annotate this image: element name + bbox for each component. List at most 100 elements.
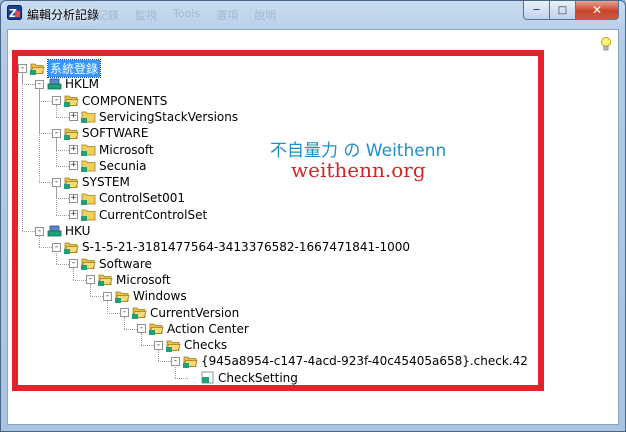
tree-connector bbox=[175, 365, 176, 378]
tree-node-label[interactable]: Windows bbox=[133, 289, 187, 303]
minimize-button[interactable]: ─ bbox=[523, 1, 550, 20]
tree-node-label[interactable]: Action Center bbox=[167, 322, 249, 336]
tree-node[interactable]: + Secunia bbox=[69, 158, 147, 174]
tree-connector bbox=[22, 72, 23, 231]
close-icon: ✕ bbox=[591, 3, 603, 17]
tree-connector bbox=[56, 198, 69, 200]
folder-open-icon bbox=[98, 273, 113, 287]
minimize-icon: ─ bbox=[533, 4, 540, 16]
folder-icon bbox=[81, 143, 96, 156]
tree-node-label[interactable]: SYSTEM bbox=[82, 175, 130, 189]
tree-node[interactable]: + ControlSet001 bbox=[69, 190, 185, 206]
expand-icon[interactable]: + bbox=[69, 161, 78, 171]
expand-icon[interactable]: + bbox=[69, 193, 78, 203]
folder-open-icon bbox=[64, 176, 79, 189]
tree-node-label[interactable]: Secunia bbox=[99, 159, 147, 173]
folder-open-icon bbox=[183, 355, 198, 368]
tree-node[interactable]: CheckSetting bbox=[188, 370, 298, 386]
tree-connector bbox=[141, 332, 142, 346]
folder-open-icon bbox=[81, 257, 96, 271]
tree-connector bbox=[107, 300, 108, 313]
registry-value-icon bbox=[200, 371, 215, 384]
tree-node[interactable]: - SOFTWARE bbox=[52, 125, 148, 141]
tree-node[interactable]: + ServicingStackVersions bbox=[69, 109, 238, 125]
tree-connector bbox=[39, 100, 52, 102]
tree-node-label[interactable]: CheckSetting bbox=[218, 371, 298, 385]
app-icon: Z bbox=[7, 5, 22, 20]
folder-icon bbox=[81, 208, 96, 222]
tree-connector bbox=[56, 263, 69, 265]
tree-node[interactable]: - S-1-5-21-3181477564-3413376582-16674718… bbox=[52, 239, 410, 255]
tree-connector bbox=[158, 361, 171, 363]
tree-node-label[interactable]: Software bbox=[99, 257, 152, 271]
tree-node[interactable]: + Microsoft bbox=[69, 142, 154, 158]
tree-view-panel[interactable]: - 系統登錄 - HKLM - COMPONENTS + ServicingStackVers… bbox=[7, 29, 619, 425]
tree-connector bbox=[56, 116, 69, 118]
tree-node[interactable]: - HKU bbox=[35, 223, 90, 239]
registry-hive-icon bbox=[47, 78, 62, 91]
folder-icon bbox=[81, 159, 96, 173]
tree-node[interactable]: + CurrentControlSet bbox=[69, 207, 207, 223]
tree-node-label[interactable]: S-1-5-21-3181477564-3413376582-166747184… bbox=[82, 240, 410, 254]
tree-connector bbox=[56, 149, 69, 151]
app-window: Z 編輯分析記錄 記錄 監視 Tools 選項 說明 ─ □ ✕ - 系統登錄 … bbox=[0, 0, 626, 432]
expand-icon[interactable]: + bbox=[69, 112, 78, 122]
tree-connector bbox=[56, 104, 57, 117]
tree-connector bbox=[124, 328, 137, 330]
tree-node-label[interactable]: CurrentVersion bbox=[150, 306, 239, 320]
ghost-menu-item: 說明 bbox=[254, 9, 277, 22]
tree-node[interactable]: - Software bbox=[69, 256, 152, 272]
tree-node-label[interactable]: Microsoft bbox=[116, 273, 171, 287]
tree-node-label[interactable]: COMPONENTS bbox=[82, 94, 167, 108]
title-bar[interactable]: Z 編輯分析記錄 記錄 監視 Tools 選項 說明 ─ □ ✕ bbox=[1, 1, 625, 25]
tree-node-label[interactable]: HKLM bbox=[65, 77, 99, 91]
tree-connector bbox=[56, 165, 69, 167]
tree-node-label[interactable]: 系統登錄 bbox=[46, 58, 102, 78]
expand-icon[interactable]: + bbox=[69, 210, 78, 220]
close-button[interactable]: ✕ bbox=[576, 1, 619, 20]
tree-connector bbox=[22, 231, 35, 232]
tree-connector bbox=[39, 133, 52, 135]
ghost-menu-item: 記錄 bbox=[97, 9, 119, 22]
tree-node[interactable]: - Checks bbox=[154, 337, 227, 353]
ghost-menu-item: 選項 bbox=[216, 9, 239, 22]
tree-connector bbox=[39, 247, 52, 249]
tree-node[interactable]: - Action Center bbox=[137, 321, 249, 337]
tree-node[interactable]: - SYSTEM bbox=[52, 174, 130, 190]
tree-node-label[interactable]: Microsoft bbox=[99, 143, 154, 157]
tree-connector bbox=[56, 186, 57, 215]
tree-connector bbox=[56, 137, 57, 166]
tree-node-label[interactable]: ControlSet001 bbox=[99, 191, 185, 205]
maximize-button[interactable]: □ bbox=[550, 1, 576, 20]
tree-node-label[interactable]: ServicingStackVersions bbox=[99, 110, 238, 124]
tree-node[interactable]: - 系統登錄 bbox=[18, 58, 102, 78]
watermark-url: weithenn.org bbox=[291, 158, 426, 182]
lightbulb-icon[interactable] bbox=[600, 36, 612, 52]
folder-open-icon bbox=[115, 290, 130, 303]
tree-node[interactable]: - COMPONENTS bbox=[52, 93, 167, 109]
folder-open-icon bbox=[64, 241, 79, 254]
tree-connector bbox=[124, 316, 125, 329]
tree-node-label[interactable]: Checks bbox=[184, 338, 227, 352]
tree-node[interactable]: - {945a8954-c147-4acd-923f-40c45405a658}.… bbox=[171, 353, 528, 369]
expand-icon[interactable]: + bbox=[69, 145, 78, 154]
tree-connector bbox=[175, 377, 188, 379]
tree-node[interactable]: - Windows bbox=[103, 288, 187, 304]
tree-connector bbox=[39, 235, 40, 248]
folder-open-icon bbox=[149, 322, 164, 336]
tree-node[interactable]: - HKLM bbox=[35, 76, 99, 92]
tree-connector bbox=[73, 279, 86, 281]
tree-node[interactable]: - CurrentVersion bbox=[120, 305, 239, 321]
registry-hive-icon bbox=[47, 225, 62, 238]
tree-connector bbox=[73, 267, 74, 280]
tree-node[interactable]: - Microsoft bbox=[86, 272, 171, 288]
tree-node-label[interactable]: CurrentControlSet bbox=[99, 208, 207, 222]
tree-node-label[interactable]: {945a8954-c147-4acd-923f-40c45405a658}.c… bbox=[201, 354, 528, 368]
tree-connector bbox=[141, 345, 154, 347]
tree-node-label[interactable]: HKU bbox=[65, 224, 90, 238]
folder-open-icon bbox=[132, 306, 147, 319]
tree-node-label[interactable]: SOFTWARE bbox=[82, 126, 148, 140]
folder-open-icon bbox=[166, 339, 181, 352]
folder-open-icon bbox=[64, 94, 79, 108]
